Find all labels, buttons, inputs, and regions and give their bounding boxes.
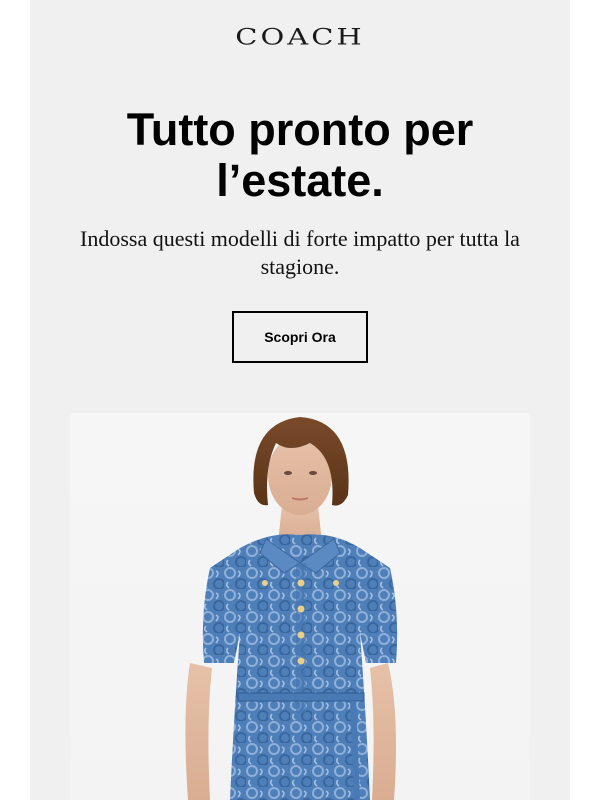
shop-now-label: Scopri Ora (264, 329, 336, 345)
shop-now-button[interactable]: Scopri Ora (232, 311, 368, 363)
model-in-denim-dress-photo (185, 417, 398, 800)
subheadline: Indossa questi modelli di forte impatto … (80, 226, 520, 279)
headline: Tutto pronto per l’estate. (126, 104, 474, 206)
brand-logo[interactable]: COACH (30, 24, 570, 49)
hero-image[interactable] (70, 413, 530, 800)
email-container: COACH Tutto pronto per l’estate. Indossa… (30, 0, 570, 800)
